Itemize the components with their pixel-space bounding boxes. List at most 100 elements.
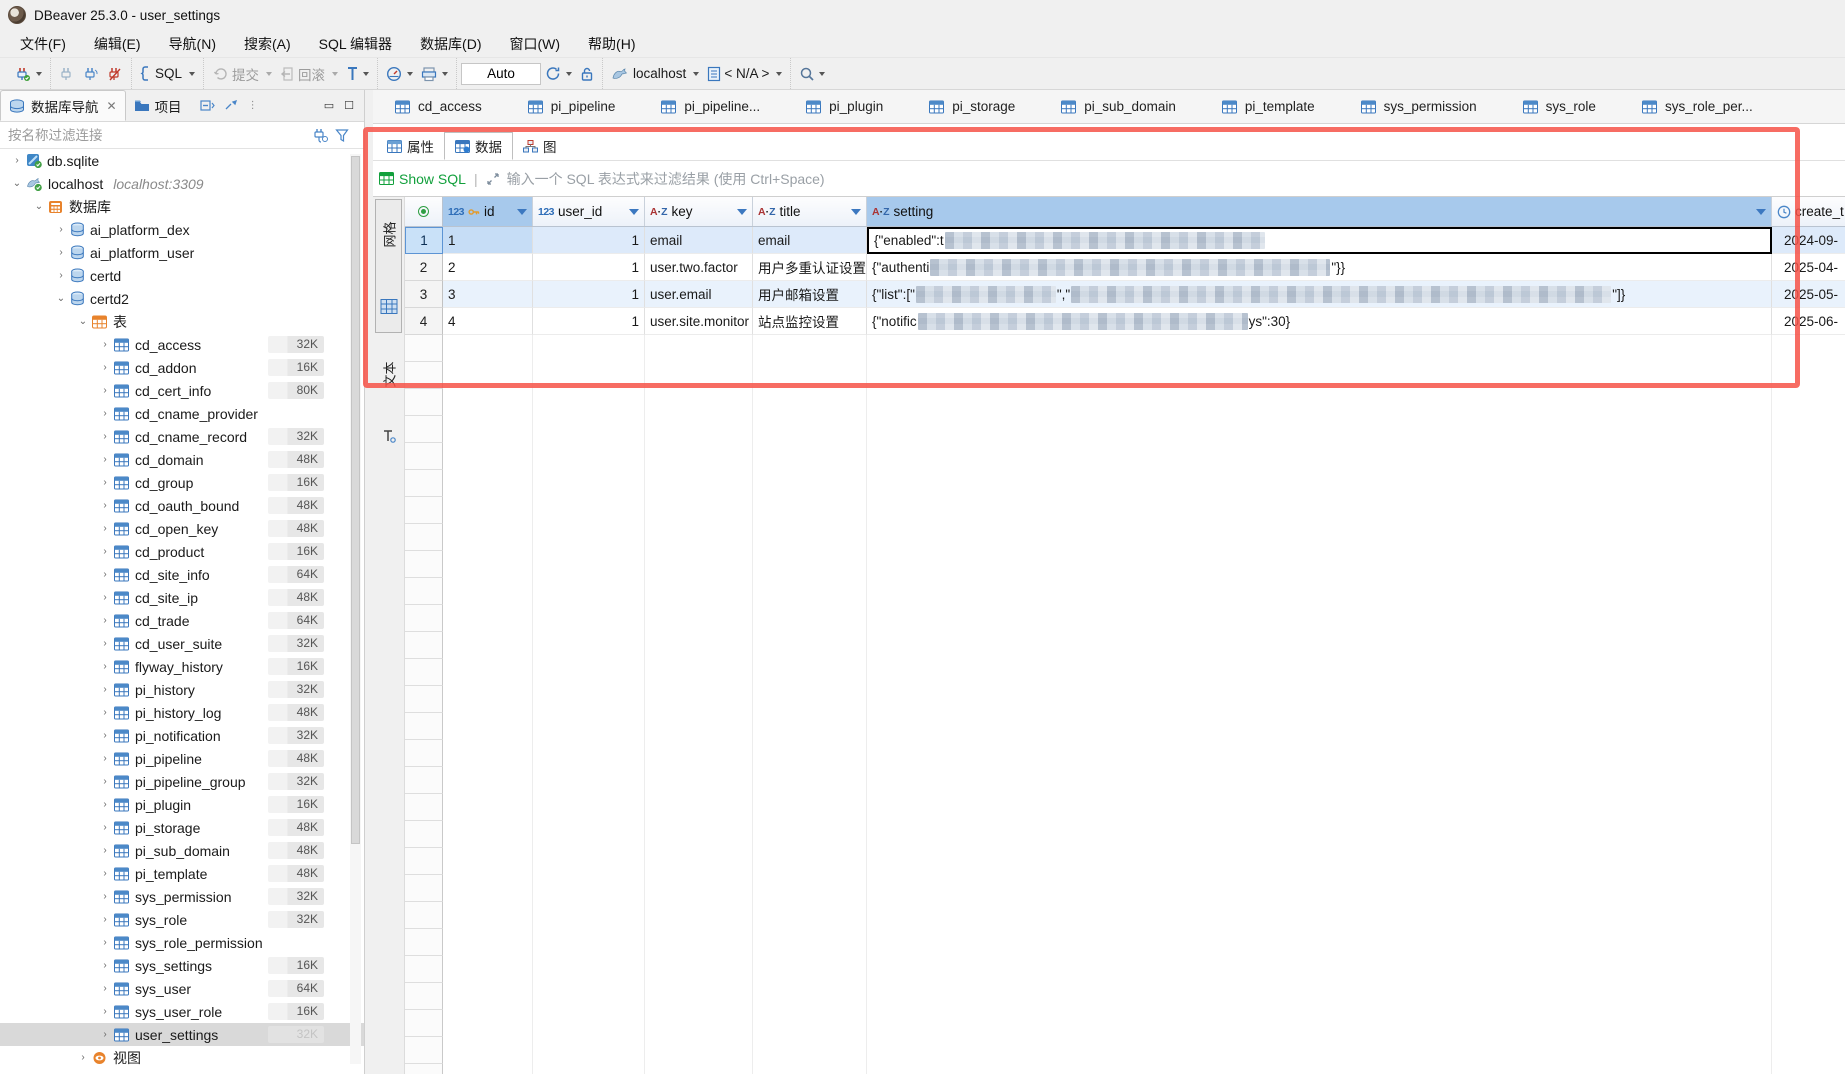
menu-item[interactable]: 搜索(A) — [230, 30, 305, 57]
expand-filter-icon[interactable] — [486, 172, 500, 186]
tree-item-certd2[interactable]: ⌄certd2 — [0, 287, 364, 310]
expand-arrow-icon[interactable]: › — [98, 753, 112, 764]
active-database-selector[interactable]: < N/A > — [704, 64, 785, 84]
tree-item---[interactable]: ›视图 — [0, 1046, 364, 1069]
menu-item[interactable]: 窗口(W) — [496, 30, 575, 57]
cell-title[interactable]: 站点监控设置 — [753, 308, 867, 335]
tree-item-cd_domain[interactable]: ›cd_domain48K — [0, 448, 364, 471]
tree-item-pi_storage[interactable]: ›pi_storage48K — [0, 816, 364, 839]
disconnect-all-button[interactable] — [104, 64, 126, 84]
menu-item[interactable]: 数据库(D) — [406, 30, 495, 57]
cell-id[interactable]: 4 — [443, 308, 533, 335]
expand-arrow-icon[interactable]: › — [98, 385, 112, 396]
tree-item-pi_template[interactable]: ›pi_template48K — [0, 862, 364, 885]
connection-plug-icon[interactable] — [312, 128, 329, 143]
tree-item[interactable]: › — [0, 1069, 364, 1074]
tree-item-sys_role_permission[interactable]: ›sys_role_permission — [0, 931, 364, 954]
collapse-arrow-icon[interactable]: ⌄ — [54, 293, 68, 304]
text-presentation-icon[interactable] — [382, 429, 396, 443]
editor-tab-pi_plugin[interactable]: pi_plugin — [796, 90, 893, 123]
tab-properties[interactable]: 属性 — [377, 132, 444, 160]
scrollbar-thumb[interactable] — [351, 156, 360, 844]
editor-tab-pi_template[interactable]: pi_template — [1212, 90, 1325, 123]
row-number-cell[interactable]: 1 — [405, 227, 443, 254]
expand-arrow-icon[interactable]: › — [98, 638, 112, 649]
expand-arrow-icon[interactable]: › — [98, 408, 112, 419]
expand-arrow-icon[interactable]: › — [98, 477, 112, 488]
editor-tab-pi_pipeline---[interactable]: pi_pipeline... — [651, 90, 770, 123]
expand-arrow-icon[interactable]: › — [98, 546, 112, 557]
expand-arrow-icon[interactable]: › — [98, 454, 112, 465]
tree-item-pi_pipeline[interactable]: ›pi_pipeline48K — [0, 747, 364, 770]
expand-arrow-icon[interactable]: › — [98, 1006, 112, 1017]
tree-item-sys_permission[interactable]: ›sys_permission32K — [0, 885, 364, 908]
lock-button[interactable] — [577, 64, 597, 84]
cell-setting[interactable]: {"enabled":t — [867, 227, 1772, 254]
tab-data[interactable]: 数据 — [444, 132, 513, 160]
active-connection-selector[interactable]: localhost — [608, 64, 702, 84]
expand-arrow-icon[interactable]: › — [54, 270, 68, 281]
tree-item-pi_history_log[interactable]: ›pi_history_log48K — [0, 701, 364, 724]
expand-arrow-icon[interactable]: › — [76, 1052, 90, 1063]
tree-item-cd_cert_info[interactable]: ›cd_cert_info80K — [0, 379, 364, 402]
expand-arrow-icon[interactable]: › — [98, 523, 112, 534]
rollback-button[interactable]: 回滚 — [277, 62, 341, 86]
expand-arrow-icon[interactable]: › — [98, 983, 112, 994]
maximize-icon[interactable]: ☐ — [344, 99, 354, 112]
commit-mode-input[interactable] — [461, 63, 541, 85]
editor-tab-sys_role[interactable]: sys_role — [1513, 90, 1606, 123]
tree-item-user_settings[interactable]: ›user_settings32K — [0, 1023, 364, 1046]
tree-item-certd[interactable]: ›certd — [0, 264, 364, 287]
editor-tab-pi_storage[interactable]: pi_storage — [919, 90, 1025, 123]
tree-item-pi_notification[interactable]: ›pi_notification32K — [0, 724, 364, 747]
disconnect-button[interactable] — [56, 64, 78, 84]
tree-item--[interactable]: ⌄表 — [0, 310, 364, 333]
grid-corner-cell[interactable] — [405, 197, 443, 226]
minimize-icon[interactable]: ▭ — [324, 99, 334, 112]
menu-item[interactable]: 文件(F) — [6, 30, 80, 57]
cell-setting[interactable]: {"authenti"}} — [867, 254, 1772, 281]
expand-arrow-icon[interactable]: › — [98, 914, 112, 925]
tree-item----[interactable]: ⌄数据库 — [0, 195, 364, 218]
expand-arrow-icon[interactable]: › — [98, 799, 112, 810]
expand-arrow-icon[interactable]: › — [98, 592, 112, 603]
cell-key[interactable]: user.email — [645, 281, 753, 308]
refresh-button[interactable] — [542, 63, 575, 84]
column-filter-icon[interactable] — [517, 209, 527, 215]
expand-arrow-icon[interactable]: › — [98, 891, 112, 902]
collapse-arrow-icon[interactable]: ⌄ — [10, 178, 24, 189]
expand-arrow-icon[interactable]: › — [98, 730, 112, 741]
tab-projects[interactable]: 项目 — [126, 90, 190, 121]
sql-filter-placeholder[interactable]: 输入一个 SQL 表达式来过滤结果 (使用 Ctrl+Space) — [507, 169, 825, 189]
editor-tab-sys_permission[interactable]: sys_permission — [1351, 90, 1487, 123]
tree-item-cd_open_key[interactable]: ›cd_open_key48K — [0, 517, 364, 540]
tab-diagram[interactable]: 图 — [513, 132, 567, 160]
tasks-button[interactable] — [383, 64, 416, 84]
column-filter-icon[interactable] — [851, 209, 861, 215]
cell-user-id[interactable]: 1 — [533, 254, 645, 281]
expand-arrow-icon[interactable]: › — [98, 960, 112, 971]
reconnect-button[interactable] — [80, 64, 102, 84]
panel-sash[interactable] — [365, 90, 373, 1074]
tree-item-cd_cname_record[interactable]: ›cd_cname_record32K — [0, 425, 364, 448]
tree-item-sys_user_role[interactable]: ›sys_user_role16K — [0, 1000, 364, 1023]
row-number-cell[interactable]: 4 — [405, 308, 443, 335]
menu-item[interactable]: 编辑(E) — [80, 30, 155, 57]
cell-setting[interactable]: {"list":["",""]} — [867, 281, 1772, 308]
tree-item-cd_product[interactable]: ›cd_product16K — [0, 540, 364, 563]
column-filter-icon[interactable] — [1756, 209, 1766, 215]
expand-arrow-icon[interactable]: › — [98, 684, 112, 695]
cell-setting[interactable]: {"notificys":30} — [867, 308, 1772, 335]
schedule-button[interactable] — [418, 64, 451, 84]
expand-arrow-icon[interactable]: › — [98, 1029, 112, 1040]
expand-arrow-icon[interactable]: › — [98, 868, 112, 879]
collapse-arrow-icon[interactable]: ⌄ — [76, 316, 90, 327]
collapse-arrow-icon[interactable]: ⌄ — [32, 201, 46, 212]
cell-key[interactable]: user.two.factor — [645, 254, 753, 281]
expand-arrow-icon[interactable]: › — [98, 776, 112, 787]
expand-arrow-icon[interactable]: › — [98, 822, 112, 833]
tree-item-cd_addon[interactable]: ›cd_addon16K — [0, 356, 364, 379]
tree-item-pi_pipeline_group[interactable]: ›pi_pipeline_group32K — [0, 770, 364, 793]
tree-item-pi_history[interactable]: ›pi_history32K — [0, 678, 364, 701]
menu-item[interactable]: 帮助(H) — [574, 30, 649, 57]
